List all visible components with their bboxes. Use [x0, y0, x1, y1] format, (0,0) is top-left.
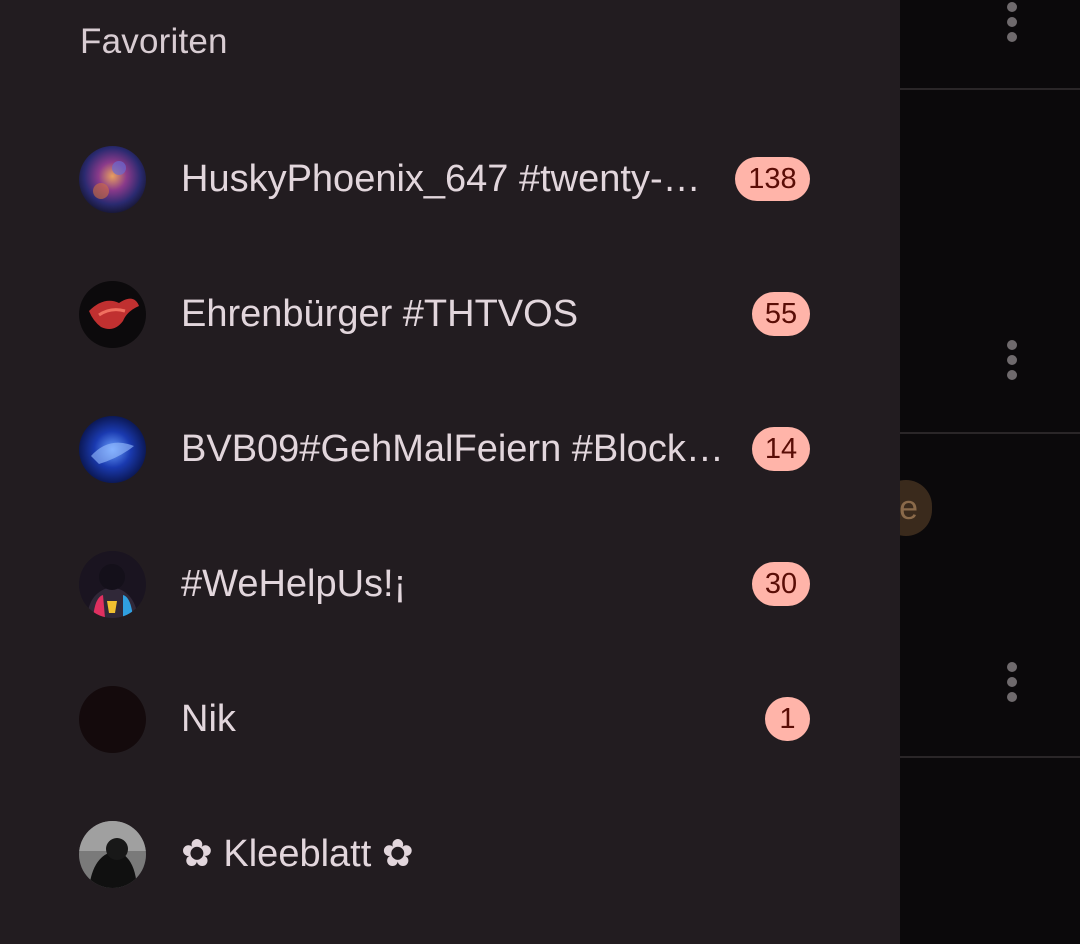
- favorite-item-bvb09[interactable]: BVB09#GehMalFeiern #Block… 14: [0, 382, 900, 517]
- chip-letter: e: [899, 489, 918, 527]
- unread-badge: 55: [752, 292, 810, 336]
- favorites-drawer: Favoriten HuskyPhoenix_647 #twenty-… 138…: [0, 0, 900, 944]
- unread-badge: 138: [735, 157, 810, 201]
- screen: e Favoriten HuskyPhoenix_647 #twenty-… 1…: [0, 0, 1080, 944]
- more-options-icon[interactable]: [1000, 0, 1024, 44]
- unread-badge: 1: [765, 697, 810, 741]
- bw-portrait-avatar-icon: [79, 821, 146, 888]
- favorite-name: #WeHelpUs!¡: [181, 563, 407, 605]
- unread-badge: 30: [752, 562, 810, 606]
- favorite-name: ✿ Kleeblatt ✿: [181, 833, 414, 875]
- more-options-icon[interactable]: [1000, 338, 1024, 382]
- favorite-name: Nik: [181, 698, 236, 740]
- favorite-item-wehelpus[interactable]: #WeHelpUs!¡ 30: [0, 517, 900, 652]
- favorite-name: HuskyPhoenix_647 #twenty-…: [181, 158, 701, 200]
- favorite-item-nik[interactable]: Nik 1: [0, 652, 900, 787]
- drawer-title: Favoriten: [80, 22, 228, 61]
- divider: [900, 756, 1080, 758]
- hooded-figure-avatar-icon: [79, 551, 146, 618]
- blue-wolf-avatar-icon: [79, 416, 146, 483]
- favorite-item-ehrenbuerger[interactable]: Ehrenbürger #THTVOS 55: [0, 247, 900, 382]
- nebula-avatar-icon: [79, 146, 146, 213]
- dark-avatar-icon: [79, 686, 146, 753]
- favorite-name: BVB09#GehMalFeiern #Block…: [181, 428, 724, 470]
- favorite-item-huskyphoenix[interactable]: HuskyPhoenix_647 #twenty-… 138: [0, 112, 900, 247]
- background-chat-list: e: [880, 0, 1080, 944]
- divider: [900, 432, 1080, 434]
- red-bird-avatar-icon: [79, 281, 146, 348]
- unread-badge: 14: [752, 427, 810, 471]
- favorite-item-kleeblatt[interactable]: ✿ Kleeblatt ✿: [0, 787, 900, 922]
- favorite-name: Ehrenbürger #THTVOS: [181, 293, 579, 335]
- more-options-icon[interactable]: [1000, 660, 1024, 704]
- divider: [900, 88, 1080, 90]
